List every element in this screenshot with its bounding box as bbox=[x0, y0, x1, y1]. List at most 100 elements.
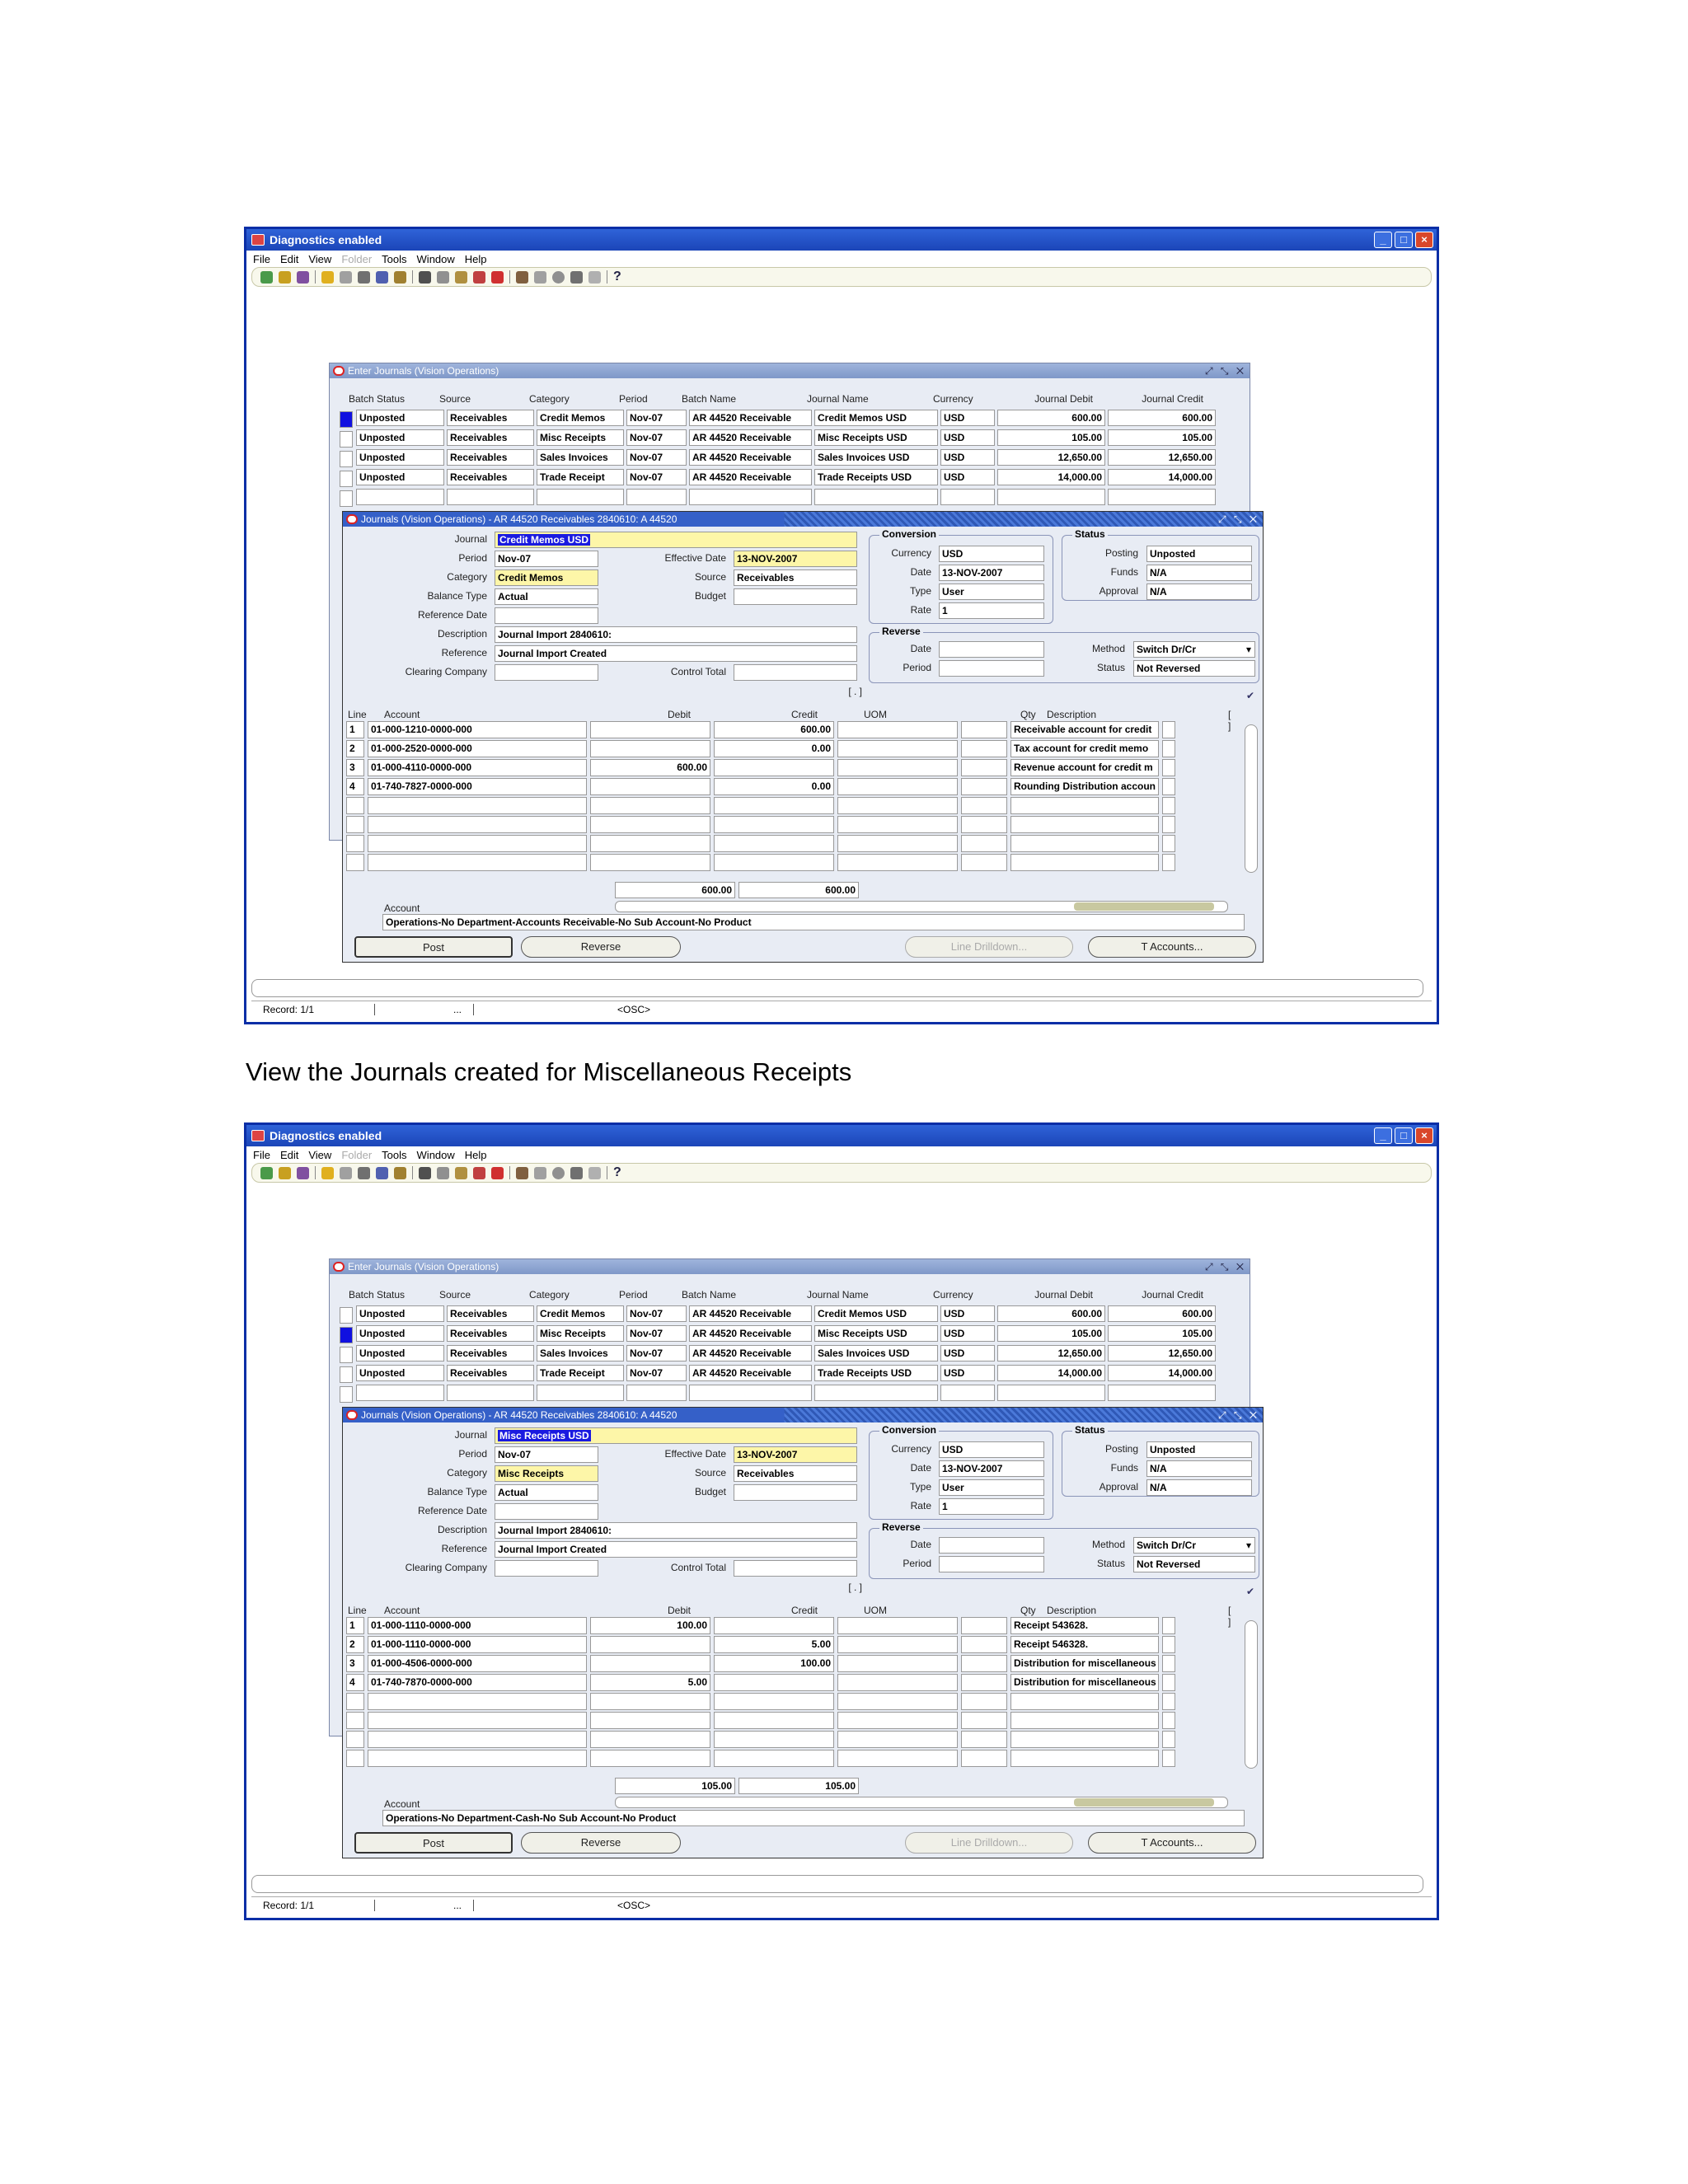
minimize-icon[interactable]: _ bbox=[1374, 1127, 1392, 1144]
zoom-icon[interactable] bbox=[534, 1166, 546, 1179]
method-select[interactable]: Switch Dr/Cr ▾ bbox=[1133, 641, 1255, 658]
menu-file[interactable]: File bbox=[253, 253, 270, 265]
journal-batch-row[interactable]: Unposted Receivables Trade Receipt Nov-07 AR… bbox=[340, 1365, 1250, 1383]
line-cell[interactable] bbox=[1010, 835, 1159, 852]
batch-cell[interactable]: 105.00 bbox=[1108, 429, 1216, 446]
row-selector[interactable] bbox=[340, 1327, 353, 1343]
batch-cell[interactable] bbox=[447, 1385, 534, 1401]
journal-line-row[interactable] bbox=[346, 835, 1179, 852]
line-cell[interactable] bbox=[837, 1731, 958, 1748]
copy-icon[interactable] bbox=[437, 270, 449, 284]
batch-cell[interactable]: Trade Receipts USD bbox=[814, 1365, 938, 1381]
journal-line-row[interactable]: 4 01-740-7870-0000-000 5.00 Distribution fo… bbox=[346, 1674, 1179, 1691]
line-cell[interactable] bbox=[961, 1731, 1007, 1748]
line-dff-box[interactable] bbox=[1162, 1655, 1175, 1672]
chevron-down-icon[interactable]: ▾ bbox=[1246, 1540, 1251, 1551]
menu-help[interactable]: Help bbox=[465, 253, 487, 265]
line-cell[interactable] bbox=[368, 816, 587, 833]
attachments-icon[interactable] bbox=[570, 270, 583, 284]
flexfield-bracket[interactable]: [ . ] bbox=[829, 1582, 862, 1593]
new-record-icon[interactable] bbox=[473, 1166, 485, 1179]
reference-date-field[interactable] bbox=[495, 1503, 598, 1520]
batch-cell[interactable] bbox=[1108, 1385, 1216, 1401]
batch-cell[interactable] bbox=[1108, 489, 1216, 505]
edit-field-icon[interactable] bbox=[516, 270, 528, 284]
line-cell[interactable] bbox=[1010, 1712, 1159, 1729]
line-cell[interactable] bbox=[961, 1636, 1007, 1653]
line-cell[interactable] bbox=[714, 797, 834, 814]
menu-tools[interactable]: Tools bbox=[382, 253, 406, 265]
line-cell[interactable] bbox=[368, 797, 587, 814]
line-cell[interactable]: 100.00 bbox=[714, 1655, 834, 1672]
folder-tools-icon[interactable] bbox=[588, 270, 601, 284]
batch-cell[interactable]: Misc Receipts bbox=[537, 429, 624, 446]
batch-cell[interactable]: Sales Invoices USD bbox=[814, 449, 938, 466]
line-cell[interactable] bbox=[961, 797, 1007, 814]
line-cell[interactable] bbox=[837, 797, 958, 814]
batch-cell[interactable]: Receivables bbox=[447, 1365, 534, 1381]
batch-cell[interactable] bbox=[814, 1385, 938, 1401]
batch-cell[interactable] bbox=[940, 1385, 995, 1401]
journal-line-row[interactable]: 3 01-000-4110-0000-000 600.00 Revenue accou… bbox=[346, 759, 1179, 776]
journal-batch-row[interactable]: Unposted Receivables Sales Invoices Nov-07 A… bbox=[340, 449, 1250, 467]
journal-line-row[interactable]: 4 01-740-7827-0000-000 0.00 Rounding Distri… bbox=[346, 778, 1179, 795]
col-dff[interactable]: [ ] bbox=[1228, 709, 1231, 732]
find-icon[interactable] bbox=[279, 270, 291, 284]
batch-cell[interactable] bbox=[626, 1385, 687, 1401]
new-record-icon[interactable] bbox=[473, 270, 485, 284]
batch-cell[interactable]: USD bbox=[940, 449, 995, 466]
batch-cell[interactable]: Credit Memos bbox=[537, 410, 624, 426]
balance-type-field[interactable]: Actual bbox=[495, 588, 598, 605]
folder-tools-icon[interactable] bbox=[588, 1166, 601, 1179]
line-dff-box[interactable] bbox=[1162, 1636, 1175, 1653]
batch-cell[interactable]: USD bbox=[940, 410, 995, 426]
row-selector[interactable] bbox=[340, 471, 353, 487]
batch-cell[interactable]: Credit Memos bbox=[537, 1305, 624, 1322]
line-cell[interactable] bbox=[1010, 1693, 1159, 1710]
batch-cell[interactable]: 105.00 bbox=[1108, 1325, 1216, 1342]
print-icon[interactable] bbox=[358, 1166, 370, 1179]
post-button[interactable]: Post bbox=[354, 1832, 513, 1854]
next-step-icon[interactable] bbox=[340, 270, 352, 284]
period-field[interactable]: Nov-07 bbox=[495, 1446, 598, 1463]
batch-cell[interactable] bbox=[356, 489, 444, 505]
line-cell[interactable] bbox=[590, 778, 710, 795]
batch-cell[interactable]: Trade Receipts USD bbox=[814, 469, 938, 485]
line-cell[interactable] bbox=[590, 1636, 710, 1653]
batch-cell[interactable]: Receivables bbox=[447, 1305, 534, 1322]
line-cell[interactable] bbox=[346, 816, 364, 833]
batch-cell[interactable]: Receivables bbox=[447, 1325, 534, 1342]
batch-cell[interactable]: Unposted bbox=[356, 410, 444, 426]
batch-cell[interactable]: AR 44520 Receivable bbox=[689, 469, 812, 485]
line-cell[interactable] bbox=[714, 1750, 834, 1767]
line-cell[interactable] bbox=[590, 1750, 710, 1767]
line-dff-box[interactable] bbox=[1162, 721, 1175, 738]
line-cell[interactable] bbox=[1010, 1750, 1159, 1767]
line-cell[interactable]: Rounding Distribution accoun bbox=[1010, 778, 1159, 795]
conv-rate-field[interactable]: 1 bbox=[939, 1498, 1044, 1515]
line-cell[interactable] bbox=[590, 816, 710, 833]
batch-cell[interactable]: Unposted bbox=[356, 1345, 444, 1361]
batch-cell[interactable]: USD bbox=[940, 1305, 995, 1322]
chevron-down-icon[interactable]: ▾ bbox=[1246, 644, 1251, 655]
copy-icon[interactable] bbox=[437, 1166, 449, 1179]
reverse-button[interactable]: Reverse bbox=[521, 1832, 681, 1854]
translations-icon[interactable] bbox=[552, 1166, 565, 1179]
cut-icon[interactable] bbox=[419, 270, 431, 284]
batch-cell[interactable]: Nov-07 bbox=[626, 449, 687, 466]
line-cell[interactable] bbox=[1010, 816, 1159, 833]
rev-date-field[interactable] bbox=[939, 1537, 1044, 1554]
batch-cell[interactable]: Misc Receipts USD bbox=[814, 429, 938, 446]
line-cell[interactable] bbox=[590, 1655, 710, 1672]
batch-cell[interactable]: Receivables bbox=[447, 1345, 534, 1361]
line-cell[interactable]: 01-740-7827-0000-000 bbox=[368, 778, 587, 795]
line-cell[interactable]: 01-000-1210-0000-000 bbox=[368, 721, 587, 738]
journal-batch-row[interactable]: Unposted Receivables Trade Receipt Nov-07 AR… bbox=[340, 469, 1250, 487]
lines-scrollbar[interactable] bbox=[1245, 1620, 1258, 1769]
menu-view[interactable]: View bbox=[308, 253, 331, 265]
translations-icon[interactable] bbox=[552, 270, 565, 284]
line-cell[interactable] bbox=[346, 1712, 364, 1729]
batch-cell[interactable]: 12,650.00 bbox=[1108, 1345, 1216, 1361]
journal-batch-row[interactable]: Unposted Receivables Misc Receipts Nov-07 AR… bbox=[340, 1325, 1250, 1343]
batch-cell[interactable]: AR 44520 Receivable bbox=[689, 1345, 812, 1361]
